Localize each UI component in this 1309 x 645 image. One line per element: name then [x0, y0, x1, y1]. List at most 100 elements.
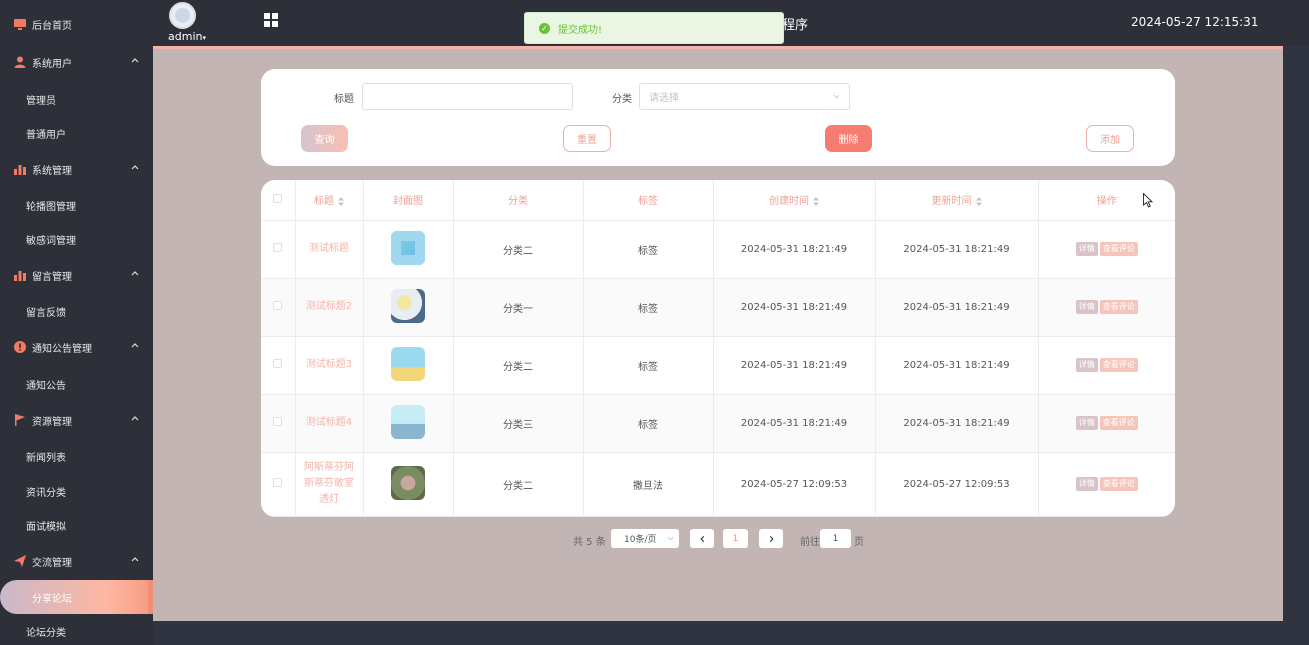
updated-cell: 2024-05-27 12:09:53	[875, 452, 1039, 517]
flag-icon	[14, 414, 26, 426]
sidebar-group-system-management[interactable]: 系统管理	[0, 152, 153, 186]
page-number-current[interactable]: 1	[723, 529, 748, 548]
actions-cell: 详情 查看评论	[1038, 452, 1175, 517]
prev-page-button[interactable]	[690, 529, 714, 548]
next-page-button[interactable]	[759, 529, 783, 548]
created-cell: 2024-05-31 18:21:49	[713, 220, 876, 279]
sidebar-item-label: 通知公告	[26, 380, 66, 392]
avatar[interactable]	[169, 2, 196, 29]
row-title-link[interactable]: 测试标题4	[306, 417, 352, 428]
detail-button[interactable]: 详情	[1075, 300, 1098, 314]
delete-button[interactable]: 删除	[825, 125, 872, 152]
goto-page-input[interactable]: 1	[820, 529, 851, 548]
reset-button[interactable]: 重置	[563, 125, 611, 152]
row-checkbox[interactable]	[273, 417, 283, 426]
add-button[interactable]: 添加	[1086, 125, 1134, 152]
select-all-cell[interactable]	[261, 180, 296, 221]
sidebar-item-dashboard[interactable]: 后台首页	[0, 7, 153, 41]
sidebar-item-feedback[interactable]: 留言反馈	[0, 294, 153, 328]
toast-message: 提交成功!	[558, 24, 603, 36]
column-header-updated[interactable]: 更新时间	[875, 180, 1039, 221]
row-title-link[interactable]: 测试标题3	[306, 359, 352, 370]
sort-icon[interactable]	[338, 196, 344, 206]
chevron-down-icon	[667, 536, 674, 541]
page-size-select[interactable]: 10条/页	[611, 529, 679, 548]
row-checkbox[interactable]	[273, 478, 283, 487]
row-select-cell[interactable]	[261, 452, 296, 517]
row-select-cell[interactable]	[261, 220, 296, 279]
cover-thumbnail[interactable]	[391, 288, 425, 323]
row-title-link[interactable]: 测试标题	[309, 243, 349, 254]
sidebar-item-label: 后台首页	[32, 20, 72, 32]
category-select[interactable]: 请选择	[639, 83, 850, 110]
row-checkbox[interactable]	[273, 301, 283, 310]
tag-cell: 撒旦法	[583, 452, 714, 517]
cover-cell	[363, 394, 454, 453]
sidebar-item-interview[interactable]: 面试模拟	[0, 508, 153, 542]
sidebar-item-label: 留言管理	[32, 271, 72, 283]
page-suffix: 页	[854, 537, 864, 548]
sidebar-item-forum-category[interactable]: 论坛分类	[0, 614, 153, 645]
query-button[interactable]: 查询	[301, 125, 348, 152]
cover-cell	[363, 452, 454, 517]
column-header-title[interactable]: 标题	[295, 180, 364, 221]
chevron-right-icon	[769, 535, 774, 542]
sidebar-group-exchange[interactable]: 交流管理	[0, 544, 153, 578]
sidebar-item-admins[interactable]: 管理员	[0, 82, 153, 116]
caret-down-icon: ▾	[202, 34, 206, 42]
goto-label: 前往	[800, 537, 820, 548]
detail-button[interactable]: 详情	[1075, 477, 1098, 491]
view-comments-button[interactable]: 查看评论	[1099, 416, 1138, 430]
sidebar-group-notices[interactable]: 通知公告管理	[0, 330, 153, 364]
cover-thumbnail[interactable]	[391, 346, 425, 381]
sidebar: 后台首页 系统用户 管理员 普通用户 系统管理 轮播图管理 敏感词管理 留言管理…	[0, 0, 153, 645]
sidebar-item-news-list[interactable]: 新闻列表	[0, 439, 153, 473]
row-title-link[interactable]: 阿斯蒂芬阿斯蒂芬敢室透灯	[304, 462, 354, 505]
sidebar-item-sensitive-words[interactable]: 敏感词管理	[0, 222, 153, 256]
cover-thumbnail[interactable]	[391, 404, 425, 439]
user-icon	[14, 56, 26, 68]
sidebar-group-messages[interactable]: 留言管理	[0, 258, 153, 292]
column-header-created[interactable]: 创建时间	[713, 180, 876, 221]
sort-icon[interactable]	[975, 196, 982, 206]
sidebar-item-notice[interactable]: 通知公告	[0, 367, 153, 401]
row-select-cell[interactable]	[261, 278, 296, 337]
sidebar-item-news-category[interactable]: 资讯分类	[0, 474, 153, 508]
row-title-link[interactable]: 测试标题2	[306, 301, 352, 312]
created-cell: 2024-05-31 18:21:49	[713, 278, 876, 337]
sidebar-item-carousel[interactable]: 轮播图管理	[0, 188, 153, 222]
updated-cell: 2024-05-31 18:21:49	[875, 278, 1039, 337]
cover-cell	[363, 336, 454, 395]
sort-icon[interactable]	[813, 196, 819, 206]
column-header-category: 分类	[453, 180, 584, 221]
select-all-checkbox[interactable]	[273, 193, 283, 203]
table-row: 测试标题 分类二 标签 2024-05-31 18:21:49 2024-05-…	[261, 220, 1175, 279]
row-select-cell[interactable]	[261, 394, 296, 453]
bar-chart-icon	[14, 163, 26, 175]
detail-button[interactable]: 详情	[1075, 416, 1098, 430]
detail-button[interactable]: 详情	[1075, 358, 1098, 372]
row-select-cell[interactable]	[261, 336, 296, 395]
sidebar-item-label: 交流管理	[32, 557, 72, 569]
view-comments-button[interactable]: 查看评论	[1099, 477, 1138, 491]
sidebar-item-normal-users[interactable]: 普通用户	[0, 116, 153, 150]
row-checkbox[interactable]	[273, 359, 283, 368]
check-circle-icon: ✓	[539, 22, 550, 34]
grid-menu-icon[interactable]	[264, 13, 278, 27]
view-comments-button[interactable]: 查看评论	[1099, 358, 1138, 372]
sidebar-item-share-forum[interactable]: 分享论坛	[0, 580, 153, 614]
view-comments-button[interactable]: 查看评论	[1099, 300, 1138, 314]
sidebar-item-label: 新闻列表	[26, 452, 66, 464]
table-header-row: 标题 封面图 分类 标签 创建时间 更新时间 操作	[261, 180, 1175, 221]
user-menu[interactable]: admin▾	[168, 30, 206, 43]
cover-thumbnail[interactable]	[391, 230, 425, 265]
view-comments-button[interactable]: 查看评论	[1099, 242, 1138, 256]
title-input[interactable]	[362, 83, 573, 110]
datetime-display: 2024-05-27 12:15:31	[1131, 15, 1259, 29]
cover-thumbnail[interactable]	[391, 465, 425, 500]
sidebar-group-system-users[interactable]: 系统用户	[0, 45, 153, 79]
sidebar-group-resources[interactable]: 资源管理	[0, 403, 153, 437]
monitor-icon	[14, 18, 26, 30]
row-checkbox[interactable]	[273, 243, 283, 252]
detail-button[interactable]: 详情	[1075, 242, 1098, 256]
